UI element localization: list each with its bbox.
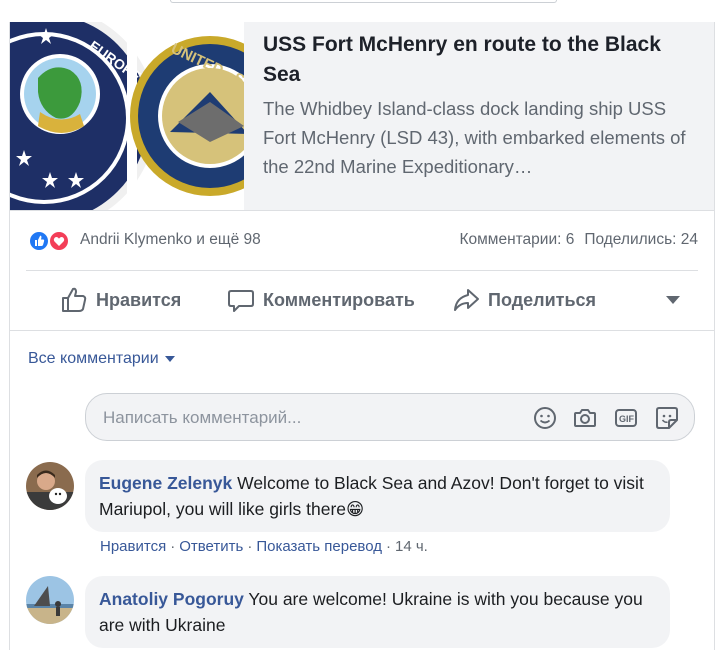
comment-reply-link[interactable]: Ответить bbox=[179, 538, 243, 555]
comment-bubble: Anatoliy Pogoruy You are welcome! Ukrain… bbox=[85, 576, 670, 648]
comment-author[interactable]: Eugene Zelenyk bbox=[99, 473, 232, 493]
top-input-edge bbox=[170, 0, 557, 3]
comment-timestamp[interactable]: 14 ч. bbox=[395, 538, 428, 555]
avatar-image bbox=[26, 462, 74, 510]
caret-down-icon bbox=[164, 356, 175, 362]
post-card: EUROPE · AFRICA · FORCES AFRICA UNITED ·… bbox=[9, 22, 715, 650]
share-options-dropdown[interactable] bbox=[662, 292, 684, 308]
speech-bubble-icon bbox=[228, 290, 254, 312]
avatar[interactable] bbox=[26, 462, 74, 510]
share-label: Поделиться bbox=[488, 289, 597, 310]
comment-label: Комментировать bbox=[263, 289, 415, 310]
gif-icon[interactable]: GIF bbox=[613, 405, 639, 431]
comments-filter-label: Все комментарии bbox=[28, 350, 159, 367]
share-arrow-icon bbox=[454, 289, 479, 311]
divider bbox=[10, 330, 714, 331]
thumbs-up-icon bbox=[62, 287, 87, 312]
comment-bubble: Eugene Zelenyk Welcome to Black Sea and … bbox=[85, 460, 670, 532]
like-icon bbox=[28, 230, 50, 252]
comment-button[interactable]: Комментировать bbox=[227, 282, 415, 318]
comments-count[interactable]: Комментарии: 6 bbox=[459, 231, 574, 248]
reaction-names[interactable]: Andrii Klymenko и ещё 98 bbox=[80, 231, 261, 249]
link-title[interactable]: USS Fort McHenry en route to the Black S… bbox=[263, 30, 703, 90]
post-actions: Нравится Комментировать Поделиться bbox=[10, 278, 714, 322]
comment-composer: GIF bbox=[85, 393, 695, 441]
comments-filter-dropdown[interactable]: Все комментарии bbox=[28, 350, 175, 368]
share-button[interactable]: Поделиться bbox=[452, 282, 596, 318]
show-translation-link[interactable]: Показать перевод bbox=[256, 538, 382, 555]
comment-author[interactable]: Anatoliy Pogoruy bbox=[99, 589, 244, 609]
top-strip bbox=[0, 0, 725, 10]
engagement-counts: Комментарии: 6 Поделились: 24 bbox=[459, 231, 698, 249]
link-description: The Whidbey Island-class dock landing sh… bbox=[263, 98, 686, 177]
caret-down-icon bbox=[666, 296, 680, 304]
like-label: Нравится bbox=[96, 289, 182, 310]
avatar-image bbox=[26, 576, 74, 624]
comment-input[interactable] bbox=[101, 402, 505, 434]
comment-item: Eugene Zelenyk Welcome to Black Sea and … bbox=[10, 460, 714, 560]
emoji-icon[interactable] bbox=[532, 405, 558, 431]
sticker-icon[interactable] bbox=[654, 405, 680, 431]
camera-icon[interactable] bbox=[572, 405, 598, 431]
link-preview[interactable]: EUROPE · AFRICA · FORCES AFRICA UNITED ·… bbox=[10, 22, 714, 211]
link-thumbnail: EUROPE · AFRICA · FORCES AFRICA UNITED ·… bbox=[10, 22, 244, 210]
thumbnail-image: EUROPE · AFRICA · FORCES AFRICA UNITED ·… bbox=[10, 22, 244, 210]
love-icon bbox=[48, 230, 70, 252]
divider bbox=[26, 270, 698, 271]
svg-text:GIF: GIF bbox=[619, 414, 635, 424]
reactions-row: Andrii Klymenko и ещё 98 Комментарии: 6 П… bbox=[10, 220, 714, 258]
avatar[interactable] bbox=[26, 576, 74, 624]
reaction-icons[interactable] bbox=[28, 230, 76, 252]
comment-like-link[interactable]: Нравится bbox=[100, 538, 166, 555]
comment-actions: Нравится · Ответить · Показать перевод · 14 ч. bbox=[100, 538, 428, 555]
like-button[interactable]: Нравится bbox=[60, 282, 181, 318]
comment-item: Anatoliy Pogoruy You are welcome! Ukrain… bbox=[10, 576, 714, 652]
shares-count[interactable]: Поделились: 24 bbox=[584, 231, 698, 248]
